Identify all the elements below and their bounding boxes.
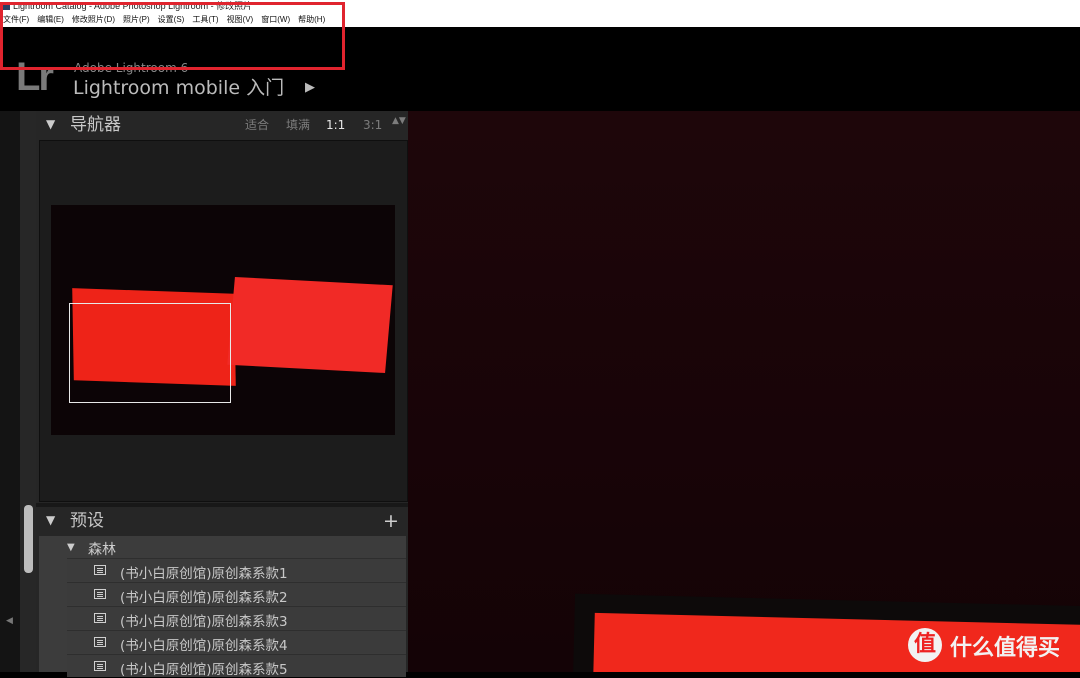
preset-label: (书小白原创馆)原创森系款5 — [120, 662, 288, 678]
preset-list-icon — [94, 565, 106, 575]
zoom-stepper-icon[interactable]: ▲▼ — [392, 117, 406, 126]
identity-plate: Lr Adobe Lightroom 6 Lightroom mobile 入门… — [0, 27, 1080, 111]
presets-header[interactable]: ▼ 预设 + — [36, 507, 408, 535]
preset-item[interactable]: (书小白原创馆)原创森系款3 — [67, 606, 406, 630]
thumbnail-red-panel-right — [227, 277, 393, 373]
lightroom-app-icon — [2, 2, 10, 10]
navigator-thumbnail[interactable] — [51, 205, 395, 435]
nav-mode-3to1[interactable]: 3:1 — [363, 118, 382, 132]
window-title: Lightroom Catalog - Adobe Photoshop Ligh… — [13, 1, 253, 11]
menu-view[interactable]: 视图(V) — [223, 13, 258, 27]
navigator-header[interactable]: ▼ 导航器 适合 填满 1:1 3:1 ▲▼ — [36, 111, 408, 139]
menu-tools[interactable]: 工具(T) — [188, 13, 222, 27]
presets-collapse-icon[interactable]: ▼ — [46, 513, 55, 527]
preset-list-icon — [94, 613, 106, 623]
preset-item[interactable]: (书小白原创馆)原创森系款2 — [67, 582, 406, 606]
navigator-title: 导航器 — [70, 115, 121, 135]
menu-develop[interactable]: 修改照片(D) — [68, 13, 119, 27]
preset-label: (书小白原创馆)原创森系款4 — [120, 638, 288, 654]
navigator-preview[interactable] — [39, 140, 408, 502]
presets-title: 预设 — [70, 511, 104, 531]
watermark-text: 什么值得买 — [950, 636, 1061, 661]
preset-list-icon — [94, 637, 106, 647]
add-preset-icon[interactable]: + — [383, 510, 399, 532]
image-background — [408, 111, 1080, 672]
preset-folder-forest[interactable]: ▼ 森林 — [39, 536, 406, 558]
lightroom-logo: Lr — [16, 55, 54, 99]
window-titlebar: Lightroom Catalog - Adobe Photoshop Ligh… — [0, 0, 1080, 13]
preset-item[interactable]: (书小白原创馆)原创森系款1 — [67, 558, 406, 582]
preset-item[interactable]: (书小白原创馆)原创森系款4 — [67, 630, 406, 654]
nav-mode-1to1[interactable]: 1:1 — [326, 118, 345, 132]
left-panel-scrollbar[interactable] — [20, 111, 36, 672]
menu-bar: 文件(F) 编辑(E) 修改照片(D) 照片(P) 设置(S) 工具(T) 视图(V) 窗口(… — [0, 13, 1080, 27]
left-panel-edge[interactable]: ◀ — [0, 111, 20, 672]
menu-settings[interactable]: 设置(S) — [154, 13, 189, 27]
preset-list-icon — [94, 661, 106, 671]
play-arrow-icon[interactable]: ▶ — [305, 80, 315, 95]
preset-label: (书小白原创馆)原创森系款3 — [120, 614, 288, 630]
folder-expand-icon[interactable]: ▼ — [67, 542, 75, 553]
menu-edit[interactable]: 编辑(E) — [33, 13, 68, 27]
preset-label: (书小白原创馆)原创森系款1 — [120, 566, 288, 582]
menu-file[interactable]: 文件(F) — [0, 13, 33, 27]
product-name: Adobe Lightroom 6 — [74, 61, 189, 75]
nav-mode-fill[interactable]: 填满 — [286, 118, 310, 132]
menu-photo[interactable]: 照片(P) — [119, 13, 154, 27]
preset-list-icon — [94, 589, 106, 599]
left-panel: ▼ 导航器 适合 填满 1:1 3:1 ▲▼ ▼ 预设 + ▼ 森林 (书小白原… — [36, 111, 408, 678]
menu-help[interactable]: 帮助(H) — [294, 13, 329, 27]
preset-list: ▼ 森林 (书小白原创馆)原创森系款1 (书小白原创馆)原创森系款2 (书小白原… — [39, 536, 406, 678]
navigator-collapse-icon[interactable]: ▼ — [46, 117, 55, 131]
preset-label: (书小白原创馆)原创森系款2 — [120, 590, 288, 606]
mobile-getting-started[interactable]: Lightroom mobile 入门 — [73, 77, 284, 99]
navigator-viewport-box[interactable] — [69, 303, 231, 403]
nav-mode-fit[interactable]: 适合 — [245, 118, 269, 132]
collapse-left-panel-icon[interactable]: ◀ — [6, 616, 13, 626]
folder-name: 森林 — [88, 542, 116, 558]
smzdm-badge-icon: 值 — [908, 628, 942, 662]
menu-window[interactable]: 窗口(W) — [257, 13, 294, 27]
scrollbar-thumb[interactable] — [24, 505, 33, 573]
preset-item[interactable]: (书小白原创馆)原创森系款5 — [67, 654, 406, 678]
main-image-view[interactable] — [408, 111, 1080, 672]
